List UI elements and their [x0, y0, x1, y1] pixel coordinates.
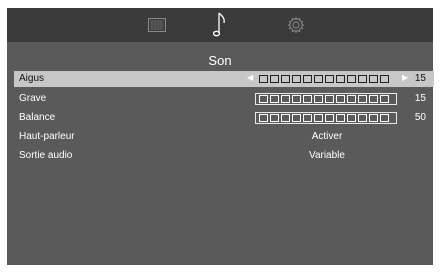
row-value: 15 — [414, 73, 426, 84]
slider-segment — [358, 95, 367, 103]
bass-slider[interactable] — [249, 91, 434, 107]
menu-title: Son — [208, 53, 232, 68]
row-value: 15 — [414, 93, 426, 104]
slider-segment — [314, 75, 323, 83]
music-note-icon — [213, 12, 225, 37]
slider-segment — [292, 75, 301, 83]
slider-track — [255, 93, 397, 105]
slider-segment — [369, 75, 378, 83]
menu-row-bass[interactable]: Grave 15 — [14, 91, 434, 107]
row-option-value: Activer — [311, 131, 343, 142]
slider-segment — [325, 114, 334, 122]
tab-sound[interactable] — [209, 8, 231, 42]
slider-segment — [314, 95, 323, 103]
top-tab-bar — [7, 8, 433, 42]
slider-segment — [380, 114, 389, 122]
slider-segment — [358, 75, 367, 83]
arrow-left-icon[interactable]: ◀ — [247, 73, 253, 82]
slider-segment — [325, 75, 334, 83]
slider-segment — [281, 95, 290, 103]
row-label: Balance — [19, 112, 56, 123]
slider-segment — [270, 114, 279, 122]
row-value: 50 — [414, 112, 426, 123]
tab-settings[interactable] — [285, 8, 307, 42]
slider-segment — [336, 95, 345, 103]
row-label: Haut-parleur — [19, 131, 75, 142]
arrow-right-icon[interactable]: ▶ — [402, 73, 408, 82]
slider-segment — [336, 75, 345, 83]
slider-segment — [369, 114, 378, 122]
slider-segment — [380, 95, 389, 103]
slider-segment — [303, 95, 312, 103]
slider-segment — [259, 95, 268, 103]
slider-segment — [347, 114, 356, 122]
sound-menu-panel: Son Aigus ◀ ▶ 15 Grave 15 Balance 50 Hau… — [7, 8, 434, 265]
row-label: Aigus — [19, 73, 45, 84]
menu-row-balance[interactable]: Balance 50 — [14, 110, 434, 126]
slider-segment — [369, 95, 378, 103]
slider-segment — [325, 95, 334, 103]
slider-segment — [380, 75, 389, 83]
slider-segment — [281, 75, 290, 83]
slider-segment — [358, 114, 367, 122]
row-label: Grave — [19, 93, 47, 104]
slider-segment — [292, 114, 301, 122]
slider-segment — [270, 95, 279, 103]
image-grid-icon — [148, 18, 166, 32]
row-option-value: Variable — [309, 150, 345, 161]
treble-slider[interactable]: ◀ ▶ — [247, 71, 434, 87]
tab-picture[interactable] — [146, 8, 168, 42]
slider-segment — [336, 114, 345, 122]
slider-segment — [303, 75, 312, 83]
slider-track — [255, 73, 397, 85]
balance-slider[interactable] — [249, 110, 434, 126]
slider-segment — [347, 95, 356, 103]
slider-segment — [259, 75, 268, 83]
slider-segment — [281, 114, 290, 122]
menu-row-audio-output[interactable]: Sortie audio Variable — [14, 148, 434, 164]
menu-row-treble[interactable]: Aigus ◀ ▶ 15 — [14, 71, 434, 87]
menu-row-speaker[interactable]: Haut-parleur Activer — [14, 129, 434, 145]
slider-segment — [314, 114, 323, 122]
slider-segment — [303, 114, 312, 122]
row-label: Sortie audio — [19, 150, 73, 161]
slider-segment — [292, 95, 301, 103]
gear-icon — [287, 16, 305, 34]
slider-segment — [270, 75, 279, 83]
slider-segment — [347, 75, 356, 83]
slider-track — [255, 112, 397, 124]
slider-segment — [259, 114, 268, 122]
